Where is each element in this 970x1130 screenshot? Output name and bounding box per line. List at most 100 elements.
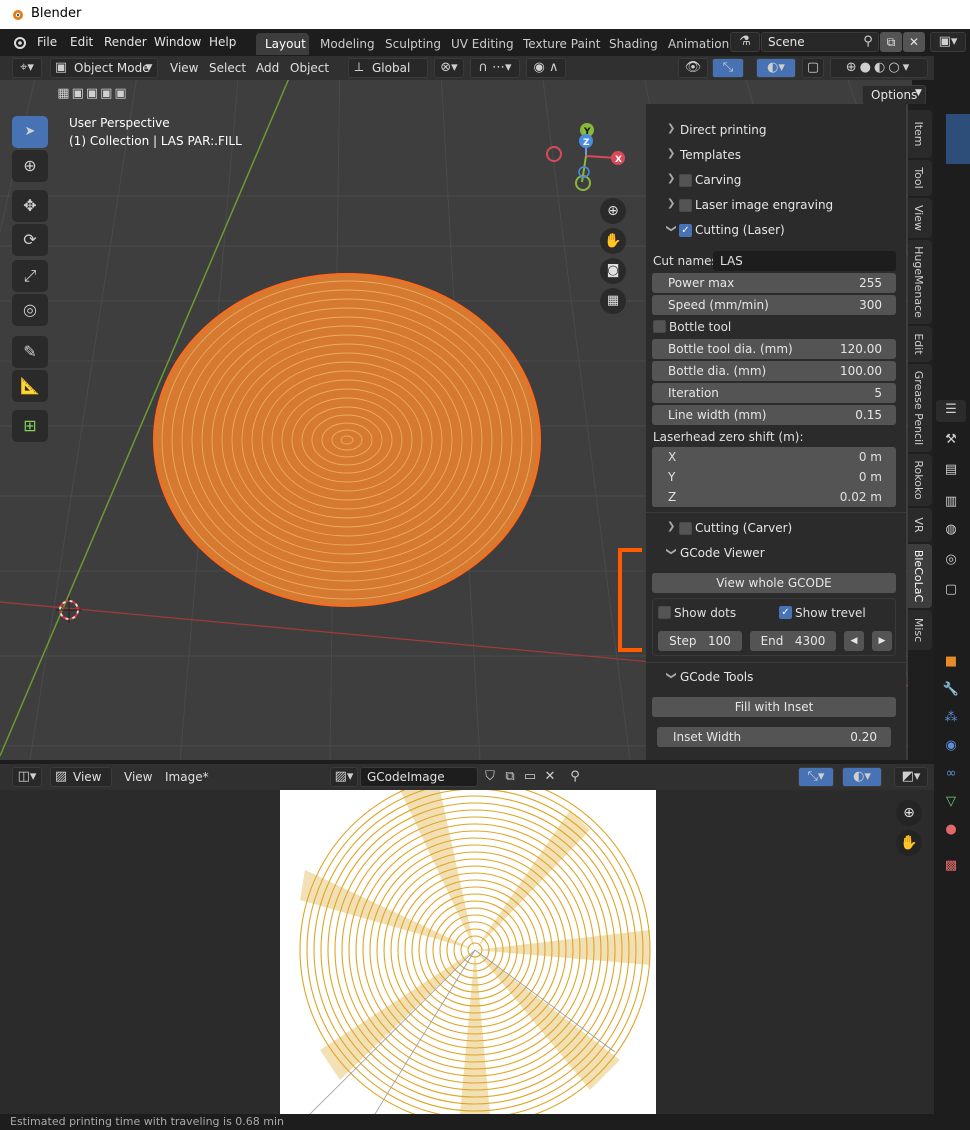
power-max-field[interactable]: Power max 255 (652, 273, 896, 293)
tab-hugemenace[interactable]: HugeMenace (908, 240, 932, 324)
constraints-props-icon[interactable]: ∞ (938, 764, 964, 784)
bottle-tool-dia-field[interactable]: Bottle tool dia. (mm) 120.00 (652, 339, 896, 359)
new-scene-button[interactable]: ⧉ (880, 32, 902, 52)
line-width-field[interactable]: Line width (mm) 0.15 (652, 405, 896, 425)
image-zoom-icon[interactable]: ⊕ (896, 800, 922, 826)
overlay-toggle[interactable]: ◐▾ (756, 58, 796, 78)
image-gizmo-toggle[interactable]: ⤡▾ (798, 767, 834, 787)
properties-editor-icon[interactable]: ☰ (936, 400, 966, 422)
tab-rokoko[interactable]: Rokoko (908, 454, 932, 506)
object-mode-dropdown[interactable]: ▣ Object Mode ▼ (50, 58, 158, 78)
3d-cursor-icon[interactable] (54, 595, 84, 625)
menu-file[interactable]: File (37, 35, 57, 49)
menu-window[interactable]: Window (154, 35, 201, 49)
view-mode-dropdown[interactable]: ▨ View (50, 767, 112, 787)
cursor-tool-button[interactable]: ⊕ (12, 150, 48, 182)
rotate-tool-button[interactable]: ⟳ (12, 224, 48, 256)
xray-toggle[interactable]: ▢ (802, 58, 824, 78)
pin-icon[interactable]: ⚲ (565, 767, 585, 787)
image-name-field[interactable]: GCodeImage (360, 767, 478, 787)
image-overlay-toggle[interactable]: ◐▾ (842, 767, 882, 787)
orientation-dropdown[interactable]: ⟂ Global (348, 58, 428, 78)
display-channels-dropdown[interactable]: ◩▾ (894, 767, 928, 787)
inset-width-field[interactable]: Inset Width 0.20 (657, 727, 891, 747)
move-tool-button[interactable]: ✥ (12, 190, 48, 222)
render-props-icon[interactable]: ▤ (938, 460, 964, 480)
menu-object[interactable]: Object (290, 61, 329, 75)
image-pan-hand-icon[interactable]: ✋ (896, 830, 922, 856)
camera-icon[interactable]: ◙ (600, 258, 626, 284)
tab-uv-editing[interactable]: UV Editing (451, 37, 514, 51)
modifier-props-icon[interactable]: 🔧 (938, 680, 964, 700)
section-gcode-tools[interactable]: ❯ GCode Tools (646, 665, 906, 689)
step-forward-button[interactable]: ▶ (872, 631, 892, 651)
tab-vr[interactable]: VR (908, 508, 932, 542)
bottle-dia-field[interactable]: Bottle dia. (mm) 100.00 (652, 361, 896, 381)
fake-user-icon[interactable]: ⛉ (480, 767, 500, 787)
tool-props-icon[interactable]: ⚒ (938, 430, 964, 450)
shift-y-field[interactable]: Y0 m (652, 467, 896, 487)
menu-render[interactable]: Render (104, 35, 147, 49)
editor-type-dropdown[interactable]: ⌖▾ (12, 58, 42, 78)
tab-animation[interactable]: Animation (668, 37, 729, 51)
section-templates[interactable]: ❯ Templates (646, 143, 906, 167)
measure-tool-button[interactable]: 📐 (12, 370, 48, 402)
section-carving[interactable]: ❯ Carving (646, 168, 906, 192)
object-props-icon[interactable]: ■ (938, 652, 964, 672)
show-dots-checkbox[interactable] (658, 606, 671, 619)
image-menu-image[interactable]: Image* (165, 770, 209, 784)
section-cutting-laser[interactable]: ❯ ✓ Cutting (Laser) (646, 218, 906, 242)
pin-icon[interactable]: ⚲ (860, 32, 876, 52)
tab-grease-pencil[interactable]: Grease Pencil (908, 364, 932, 452)
cutting-laser-checkbox[interactable]: ✓ (679, 224, 692, 237)
add-cube-tool-button[interactable]: ⊞ (12, 410, 48, 442)
world-props-icon[interactable]: ▢ (938, 580, 964, 600)
menu-help[interactable]: Help (209, 35, 236, 49)
fill-with-inset-button[interactable]: Fill with Inset (652, 697, 896, 717)
shift-x-field[interactable]: X0 m (652, 447, 896, 467)
delete-scene-button[interactable]: ✕ (903, 32, 925, 52)
menu-view[interactable]: View (170, 61, 198, 75)
gizmo-toggle[interactable]: ⤡ (712, 58, 744, 78)
physics-props-icon[interactable]: ◉ (938, 736, 964, 756)
open-folder-icon[interactable]: ▭ (520, 767, 540, 787)
tab-texture-paint[interactable]: Texture Paint (523, 37, 600, 51)
transform-tool-button[interactable]: ◎ (12, 294, 48, 326)
tab-sculpting[interactable]: Sculpting (385, 37, 441, 51)
laser-image-checkbox[interactable] (679, 199, 692, 212)
tab-misc[interactable]: Misc (908, 610, 932, 650)
visibility-dropdown[interactable]: 👁 (678, 58, 708, 78)
tab-edit[interactable]: Edit (908, 326, 932, 362)
navigation-gizmo[interactable]: Y Z X (542, 120, 632, 210)
material-props-icon[interactable]: ● (938, 820, 964, 840)
data-props-icon[interactable]: ▽ (938, 792, 964, 812)
cutting-carver-checkbox[interactable] (679, 522, 692, 535)
tab-blecolac[interactable]: BleCoLaC (908, 544, 932, 608)
output-props-icon[interactable]: ▥ (938, 492, 964, 512)
texture-props-icon[interactable]: ▩ (938, 856, 964, 876)
tab-view[interactable]: View (908, 198, 932, 238)
tab-tool[interactable]: Tool (908, 160, 932, 196)
particles-props-icon[interactable]: ⁂ (938, 708, 964, 728)
bottle-tool-checkbox[interactable] (653, 320, 666, 333)
scene-props-icon[interactable]: ◎ (938, 550, 964, 570)
view-layer-props-icon[interactable]: ◍ (938, 520, 964, 540)
step-back-button[interactable]: ◀ (844, 631, 864, 651)
view-layer-dropdown[interactable]: ▣▾ (930, 32, 966, 52)
image-canvas-area[interactable]: ⊕ ✋ (0, 790, 934, 1114)
new-image-icon[interactable]: ⧉ (500, 767, 520, 787)
image-menu-view[interactable]: View (124, 770, 152, 784)
step-field[interactable]: Step 100 (658, 631, 742, 651)
scale-tool-button[interactable]: ⤢ (12, 260, 48, 292)
menu-edit[interactable]: Edit (70, 35, 93, 49)
options-dropdown[interactable]: Options ▼ (862, 85, 926, 105)
carving-checkbox[interactable] (679, 174, 692, 187)
unlink-icon[interactable]: ✕ (540, 767, 560, 787)
section-gcode-viewer[interactable]: ❯ GCode Viewer (646, 541, 906, 565)
grid-view-icon[interactable]: ▦ (600, 288, 626, 314)
select-mode-buttons[interactable]: ▦▣▣▣▣ (44, 84, 142, 104)
tab-modeling[interactable]: Modeling (320, 37, 375, 51)
section-cutting-carver[interactable]: ❯ Cutting (Carver) (646, 516, 906, 540)
tab-item[interactable]: Item (908, 110, 932, 158)
pivot-dropdown[interactable]: ⊗▾ (434, 58, 464, 78)
